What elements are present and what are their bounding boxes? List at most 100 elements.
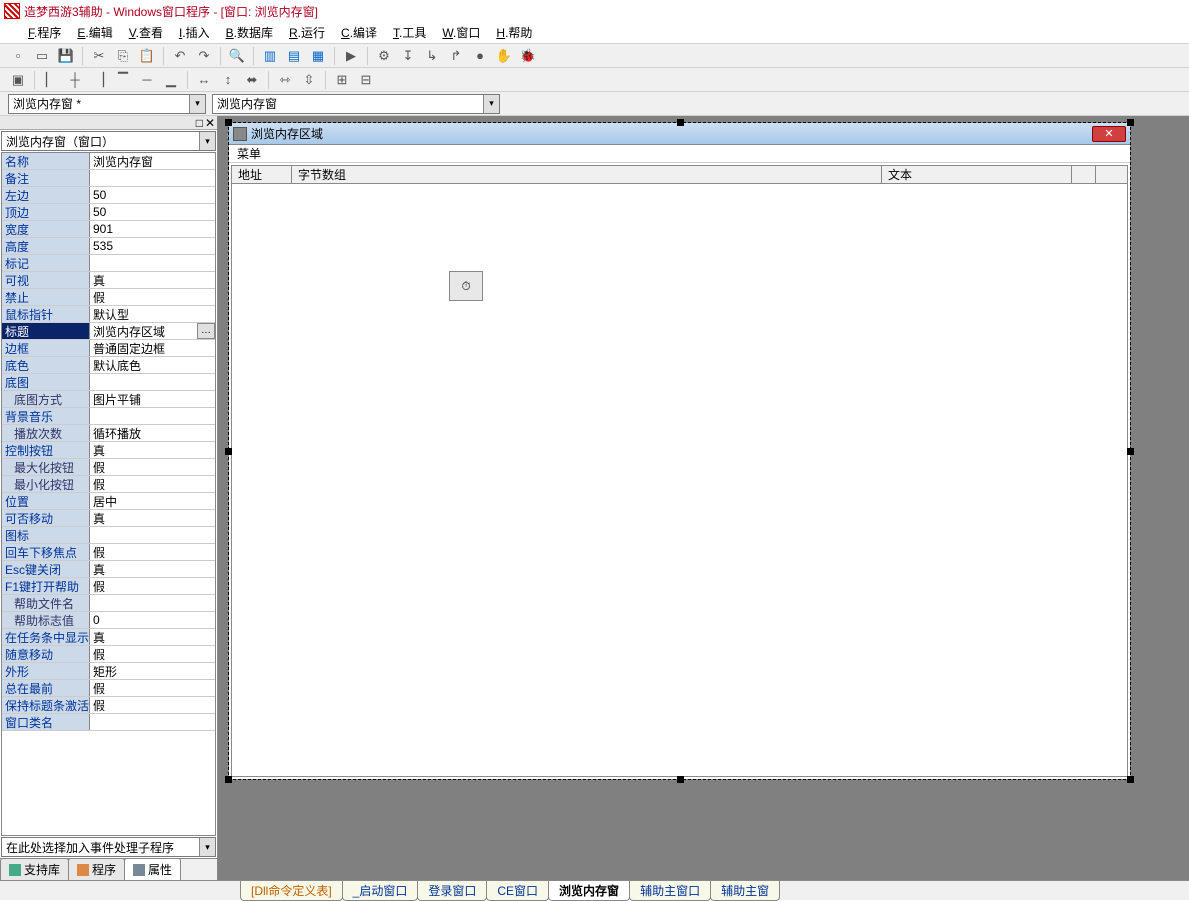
property-value[interactable]: 假 [90,697,215,713]
column-header[interactable]: 字节数组 [292,166,882,183]
resize-handle[interactable] [225,119,232,126]
property-row[interactable]: F1键打开帮助假 [2,578,215,595]
window-tab[interactable]: 浏览内存窗 [548,881,630,901]
redo-icon[interactable]: ↷ [194,46,214,66]
property-value[interactable]: 普通固定边框 [90,340,215,356]
align-left-icon[interactable]: ▏ [41,70,61,90]
window-tab[interactable]: _启动窗口 [342,881,419,901]
unit-combo[interactable]: 浏览内存窗 * ▾ [8,94,206,114]
property-value[interactable]: 假 [90,578,215,594]
property-row[interactable]: 左边50 [2,187,215,204]
property-row[interactable]: 外形矩形 [2,663,215,680]
window-tab[interactable]: 辅助主窗口 [629,881,711,901]
property-ellipsis-button[interactable]: … [197,323,215,339]
object-combo[interactable]: 浏览内存窗（窗口） ▾ [1,131,216,151]
property-value[interactable]: 真 [90,510,215,526]
property-value[interactable]: 假 [90,476,215,492]
panel-tab[interactable]: 程序 [68,858,125,880]
design-form[interactable]: 浏览内存区域 ✕ 菜单 地址字节数组文本 ⏱ [228,122,1131,780]
open-file-icon[interactable]: ▭ [32,46,52,66]
copy-icon[interactable]: ⎘ [113,46,133,66]
same-width-icon[interactable]: ↔ [194,70,214,90]
chevron-down-icon[interactable]: ▾ [199,838,215,856]
panel1-icon[interactable]: ▥ [260,46,280,66]
property-value[interactable]: 真 [90,442,215,458]
resize-handle[interactable] [677,776,684,783]
paste-icon[interactable]: 📋 [137,46,157,66]
property-value[interactable]: 50 [90,187,215,203]
save-icon[interactable]: 💾 [56,46,76,66]
chevron-down-icon[interactable]: ▾ [483,95,499,113]
property-row[interactable]: 控制按钮真 [2,442,215,459]
property-row[interactable]: 标记 [2,255,215,272]
stop-icon[interactable]: ✋ [494,46,514,66]
panel-tab[interactable]: 属性 [124,858,181,880]
menu-item[interactable]: I.插入 [175,22,214,43]
resize-handle[interactable] [1127,448,1134,455]
menu-item[interactable]: C.编译 [337,22,381,43]
menu-item[interactable]: F.程序 [24,22,65,43]
property-value[interactable]: 真 [90,629,215,645]
column-header[interactable]: 文本 [882,166,1072,183]
form-listview[interactable]: 地址字节数组文本 [231,165,1128,777]
property-row[interactable]: 最大化按钮假 [2,459,215,476]
property-row[interactable]: 窗口类名 [2,714,215,731]
property-value[interactable]: 真 [90,561,215,577]
property-row[interactable]: 可否移动真 [2,510,215,527]
property-row[interactable]: 底色默认底色 [2,357,215,374]
property-value[interactable]: 50 [90,204,215,220]
property-row[interactable]: 底图方式图片平铺 [2,391,215,408]
property-value[interactable]: 假 [90,289,215,305]
new-file-icon[interactable]: ▫ [8,46,28,66]
window-tab[interactable]: 登录窗口 [417,881,487,901]
align-top-icon[interactable]: ▔ [113,70,133,90]
window-tab[interactable]: [Dll命令定义表] [240,881,343,901]
step-into-icon[interactable]: ↳ [422,46,442,66]
property-row[interactable]: 回车下移焦点假 [2,544,215,561]
center-v-icon[interactable]: ⊟ [356,70,376,90]
property-row[interactable]: 总在最前假 [2,680,215,697]
align-right-icon[interactable]: ▕ [89,70,109,90]
property-row[interactable]: Esc键关闭真 [2,561,215,578]
timer-control[interactable]: ⏱ [449,271,483,301]
property-value[interactable] [90,595,215,611]
property-row[interactable]: 名称浏览内存窗 [2,153,215,170]
resize-handle[interactable] [677,119,684,126]
event-combo[interactable]: 在此处选择加入事件处理子程序 ▾ [1,837,216,857]
align-bottom-icon[interactable]: ▁ [161,70,181,90]
property-value[interactable]: 假 [90,459,215,475]
property-value[interactable]: 假 [90,544,215,560]
sub-combo[interactable]: 浏览内存窗 ▾ [212,94,500,114]
property-value[interactable]: 假 [90,680,215,696]
same-size-icon[interactable]: ⬌ [242,70,262,90]
resize-handle[interactable] [225,448,232,455]
debug-icon[interactable]: 🐞 [518,46,538,66]
find-icon[interactable]: 🔍 [227,46,247,66]
property-row[interactable]: 鼠标指针默认型 [2,306,215,323]
align-icon[interactable]: ▣ [8,70,28,90]
property-row[interactable]: 位置居中 [2,493,215,510]
panel2-icon[interactable]: ▤ [284,46,304,66]
hspace-icon[interactable]: ⇿ [275,70,295,90]
property-row[interactable]: 在任务条中显示真 [2,629,215,646]
menu-item[interactable]: B.数据库 [222,22,277,43]
compile-icon[interactable]: ⚙ [374,46,394,66]
menu-item[interactable]: E.编辑 [73,22,116,43]
pin-icon[interactable]: □ [196,116,203,130]
form-close-button[interactable]: ✕ [1092,126,1126,142]
menu-item[interactable]: W.窗口 [438,22,484,43]
run-icon[interactable]: ▶ [341,46,361,66]
menu-item[interactable]: H.帮助 [492,22,536,43]
property-row[interactable]: 顶边50 [2,204,215,221]
property-value[interactable] [90,255,215,271]
window-tab[interactable]: 辅助主窗 [710,881,780,901]
property-row[interactable]: 背景音乐 [2,408,215,425]
property-row[interactable]: 边框普通固定边框 [2,340,215,357]
property-value[interactable] [90,170,215,186]
form-menu-item[interactable]: 菜单 [237,145,261,162]
resize-handle[interactable] [225,776,232,783]
resize-handle[interactable] [1127,119,1134,126]
property-value[interactable]: 假 [90,646,215,662]
property-value[interactable] [90,714,215,730]
align-middle-icon[interactable]: ─ [137,70,157,90]
